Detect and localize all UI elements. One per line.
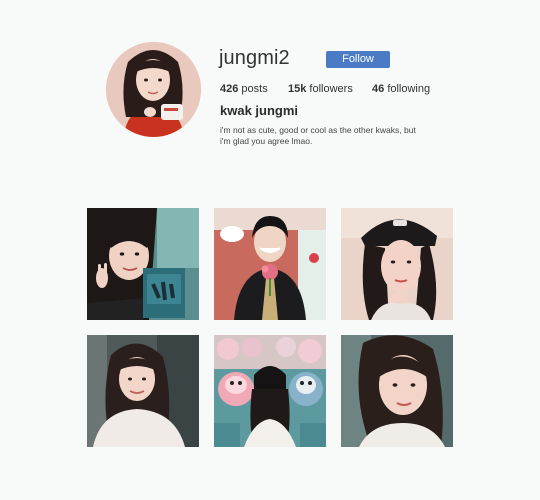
posts-count-label: posts bbox=[241, 83, 268, 95]
full-name: kwak jungmi bbox=[220, 103, 299, 118]
post-thumbnail[interactable] bbox=[214, 208, 326, 320]
avatar[interactable] bbox=[106, 42, 201, 137]
post-thumbnail[interactable] bbox=[214, 335, 326, 447]
post-thumbnail[interactable] bbox=[87, 208, 199, 320]
username: jungmi2 bbox=[219, 47, 290, 69]
posts-count-value: 426 bbox=[220, 83, 239, 95]
following-count-label: following bbox=[387, 83, 431, 95]
profile-header: jungmi2 Follow 426 posts 15k followers 4… bbox=[0, 0, 540, 160]
followers-count-value: 15k bbox=[288, 83, 307, 95]
post-thumbnail[interactable] bbox=[87, 335, 199, 447]
followers-count[interactable]: 15k followers bbox=[288, 83, 353, 95]
post-thumbnail[interactable] bbox=[341, 335, 453, 447]
follow-button[interactable]: Follow bbox=[326, 51, 390, 68]
bio-line-2: i'm glad you agree lmao. bbox=[220, 136, 313, 146]
bio: i'm not as cute, good or cool as the oth… bbox=[220, 125, 460, 147]
following-count[interactable]: 46 following bbox=[372, 83, 430, 95]
post-thumbnail[interactable] bbox=[341, 208, 453, 320]
posts-grid bbox=[87, 208, 453, 447]
followers-count-label: followers bbox=[309, 83, 353, 95]
following-count-value: 46 bbox=[372, 83, 385, 95]
posts-count[interactable]: 426 posts bbox=[220, 83, 268, 95]
bio-line-1: i'm not as cute, good or cool as the oth… bbox=[220, 125, 416, 135]
